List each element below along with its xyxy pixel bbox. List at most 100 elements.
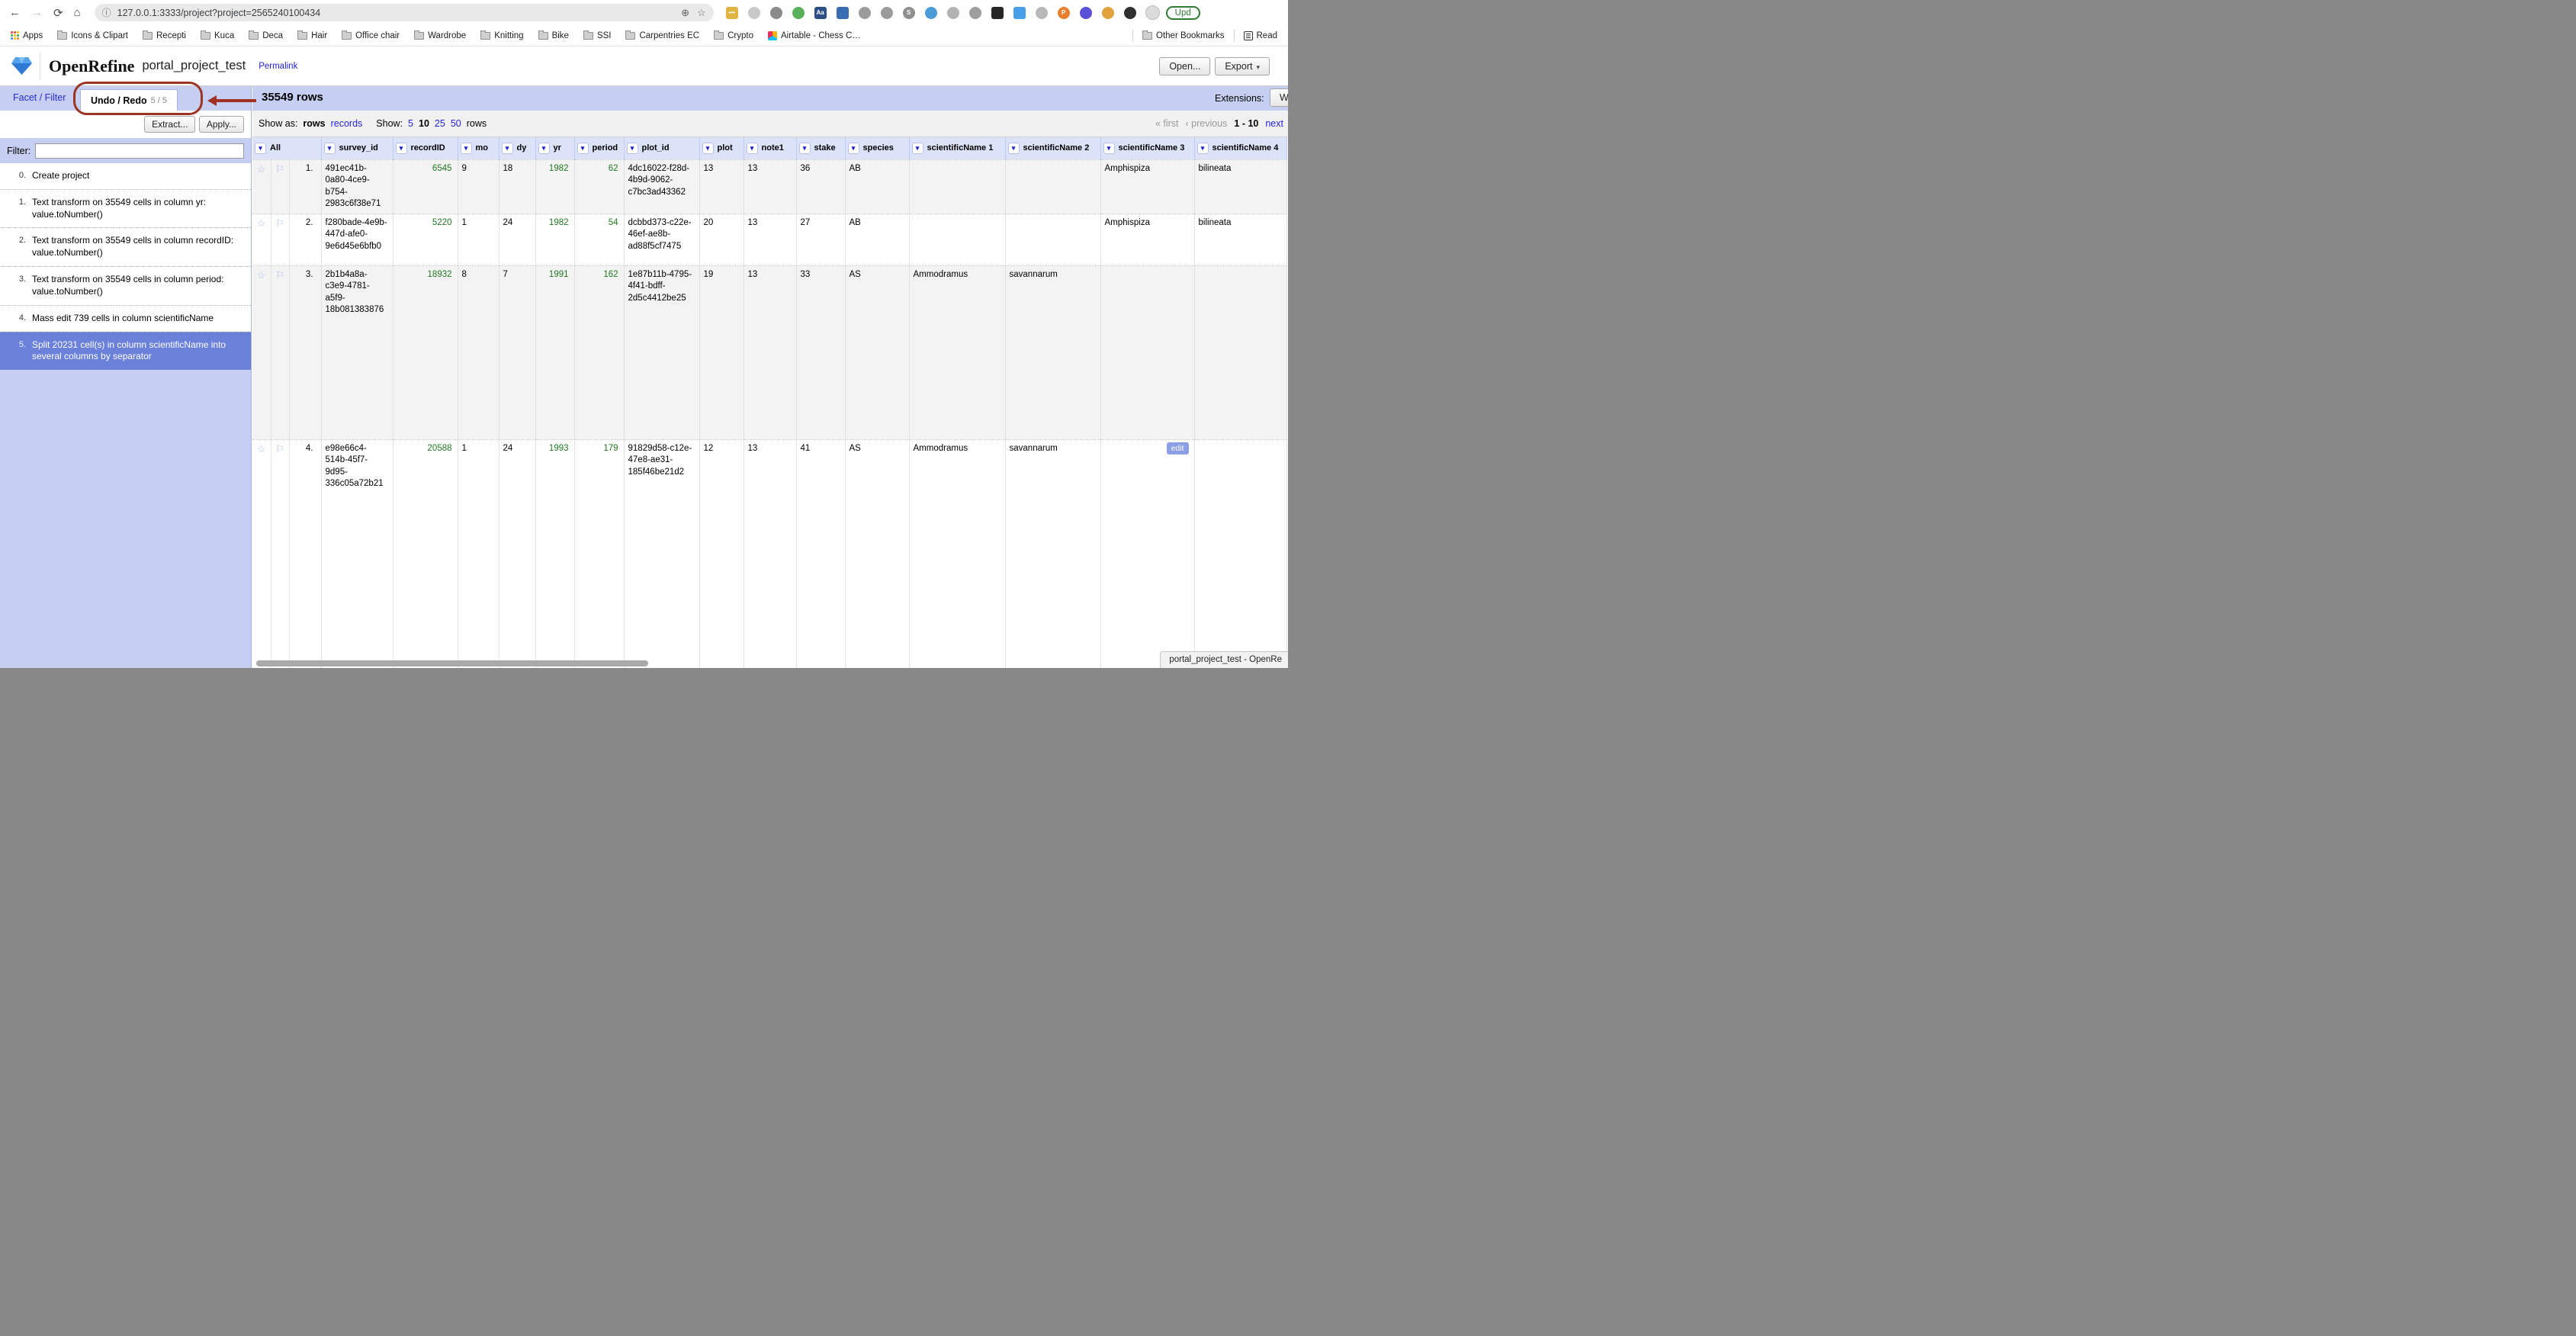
- column-dropdown-icon[interactable]: ▾: [1103, 143, 1115, 154]
- history-item-1[interactable]: 1.Text transform on 35549 cells in colum…: [0, 189, 251, 228]
- row-flag-icon[interactable]: ⚐: [271, 214, 289, 265]
- row-star-icon[interactable]: ☆: [252, 214, 271, 265]
- bookmark-folder-bike[interactable]: Bike: [538, 31, 569, 40]
- update-browser-button[interactable]: Upd: [1166, 6, 1200, 20]
- bookmark-folder-icons-clipart[interactable]: Icons & Clipart: [57, 31, 128, 40]
- bookmark-folder-office-chair[interactable]: Office chair: [342, 31, 400, 40]
- address-bar[interactable]: ⓘ 127.0.0.1:3333/project?project=2565240…: [95, 4, 714, 21]
- show-as-rows[interactable]: rows: [303, 118, 325, 129]
- maps-extension-icon[interactable]: [925, 7, 937, 19]
- cell-recordID: 20588: [393, 439, 458, 668]
- column-dropdown-icon[interactable]: ▾: [702, 143, 714, 154]
- reading-list[interactable]: Read: [1244, 31, 1278, 40]
- cell-dy: 24: [499, 214, 535, 265]
- bookmark-star-icon[interactable]: ☆: [697, 7, 706, 19]
- row-flag-icon[interactable]: ⚐: [271, 265, 289, 439]
- page-size-25[interactable]: 25: [435, 118, 445, 129]
- column-dropdown-icon[interactable]: ▾: [1008, 143, 1020, 154]
- password-dots-extension-icon[interactable]: •••: [726, 7, 738, 19]
- vpn-extension-icon[interactable]: [1036, 7, 1048, 19]
- dictionary-extension-icon[interactable]: Aa: [814, 7, 827, 19]
- bookmark-folder-wardrobe[interactable]: Wardrobe: [414, 31, 466, 40]
- pagination-first[interactable]: « first: [1155, 118, 1179, 129]
- bookmark-folder-recepti[interactable]: Recepti: [143, 31, 186, 40]
- row-star-icon[interactable]: ☆: [252, 439, 271, 668]
- column-dropdown-icon[interactable]: ▾: [538, 143, 550, 154]
- pagination-previous[interactable]: ‹ previous: [1186, 118, 1228, 129]
- bookmark-folder-kuca[interactable]: Kuca: [201, 31, 234, 40]
- history-item-2[interactable]: 2.Text transform on 35549 cells in colum…: [0, 227, 251, 266]
- tab-facet-filter[interactable]: Facet / Filter: [13, 92, 66, 103]
- film-reel-extension-icon[interactable]: [859, 7, 871, 19]
- reload-icon[interactable]: ⟳: [53, 6, 63, 20]
- history-filter-input[interactable]: [35, 143, 244, 159]
- bookmark-apps[interactable]: Apps: [11, 31, 43, 40]
- page-size-5[interactable]: 5: [408, 118, 413, 129]
- gear-extension-icon[interactable]: [881, 7, 893, 19]
- filter-label: Filter:: [7, 146, 31, 156]
- screenshot-extension-icon[interactable]: [837, 7, 849, 19]
- pocket-extension-icon[interactable]: P: [1058, 7, 1070, 19]
- row-flag-icon[interactable]: ⚐: [271, 159, 289, 214]
- chat-extension-icon[interactable]: [1080, 7, 1092, 19]
- history-item-4[interactable]: 4.Mass edit 739 cells in column scientif…: [0, 305, 251, 332]
- eyedropper-extension-icon[interactable]: [770, 7, 782, 19]
- export-button[interactable]: Export▾: [1215, 57, 1270, 75]
- apply-button[interactable]: Apply...: [199, 116, 244, 133]
- bookmark-folder-knitting[interactable]: Knitting: [480, 31, 523, 40]
- key-extension-icon[interactable]: [1102, 7, 1114, 19]
- window-extension-icon[interactable]: [1013, 7, 1026, 19]
- column-dropdown-icon[interactable]: ▾: [799, 143, 811, 154]
- url-text[interactable]: 127.0.0.1:3333/project?project=256524010…: [117, 8, 673, 18]
- bookmark-folder-hair[interactable]: Hair: [297, 31, 327, 40]
- zoom-icon[interactable]: ⊕: [681, 7, 689, 19]
- profile-avatar[interactable]: [1145, 5, 1160, 20]
- row-star-icon[interactable]: ☆: [252, 265, 271, 439]
- row-star-icon[interactable]: ☆: [252, 159, 271, 214]
- column-label: survey_id: [339, 143, 378, 153]
- column-dropdown-icon[interactable]: ▾: [396, 143, 407, 154]
- column-dropdown-icon[interactable]: ▾: [324, 143, 336, 154]
- horizontal-scrollbar[interactable]: [256, 660, 648, 666]
- column-dropdown-icon[interactable]: ▾: [747, 143, 758, 154]
- pagination-next[interactable]: next: [1265, 118, 1283, 129]
- bookmark-airtable[interactable]: Airtable - Chess C…: [768, 31, 861, 40]
- bookmark-folder-crypto[interactable]: Crypto: [714, 31, 753, 40]
- extract-button[interactable]: Extract...: [144, 116, 195, 133]
- site-info-icon[interactable]: ⓘ: [102, 6, 111, 19]
- column-dropdown-icon[interactable]: ▾: [461, 143, 472, 154]
- skype-extension-icon[interactable]: S: [903, 7, 915, 19]
- bookmark-folder-deca[interactable]: Deca: [249, 31, 283, 40]
- history-item-0[interactable]: 0.Create project: [0, 163, 251, 189]
- plant-extension-icon[interactable]: [792, 7, 805, 19]
- column-dropdown-icon[interactable]: ▾: [627, 143, 638, 154]
- row-flag-icon[interactable]: ⚐: [271, 439, 289, 668]
- wikidata-extension-button[interactable]: Wiki: [1270, 88, 1288, 107]
- column-dropdown-icon[interactable]: ▾: [1197, 143, 1209, 154]
- open-button[interactable]: Open...: [1159, 57, 1210, 75]
- column-dropdown-icon[interactable]: ▾: [255, 143, 266, 154]
- other-bookmarks[interactable]: Other Bookmarks: [1142, 31, 1224, 40]
- scroll-extension-icon[interactable]: [748, 7, 760, 19]
- forward-icon[interactable]: →: [31, 6, 43, 19]
- column-dropdown-icon[interactable]: ▾: [912, 143, 923, 154]
- home-icon[interactable]: ⌂: [74, 6, 81, 19]
- show-as-records[interactable]: records: [331, 118, 363, 129]
- permalink-link[interactable]: Permalink: [259, 62, 297, 71]
- cell-edit-button[interactable]: edit: [1167, 442, 1189, 454]
- page-size-10[interactable]: 10: [419, 118, 429, 129]
- puzzle-extension-icon[interactable]: [1124, 7, 1136, 19]
- column-dropdown-icon[interactable]: ▾: [577, 143, 589, 154]
- bookmark-folder-ssi[interactable]: SSI: [583, 31, 612, 40]
- move-extension-icon[interactable]: [969, 7, 981, 19]
- column-dropdown-icon[interactable]: ▾: [502, 143, 513, 154]
- back-icon[interactable]: ←: [9, 6, 21, 19]
- drive-extension-icon[interactable]: [991, 7, 1004, 19]
- bookmark-folder-carpentries-ec[interactable]: Carpentries EC: [625, 31, 699, 40]
- tab-undo-redo[interactable]: Undo / Redo 5 / 5: [80, 89, 178, 111]
- page-size-50[interactable]: 50: [451, 118, 461, 129]
- magnifier-extension-icon[interactable]: [947, 7, 959, 19]
- history-item-3[interactable]: 3.Text transform on 35549 cells in colum…: [0, 266, 251, 305]
- history-item-5[interactable]: 5.Split 20231 cell(s) in column scientif…: [0, 332, 251, 371]
- column-dropdown-icon[interactable]: ▾: [848, 143, 859, 154]
